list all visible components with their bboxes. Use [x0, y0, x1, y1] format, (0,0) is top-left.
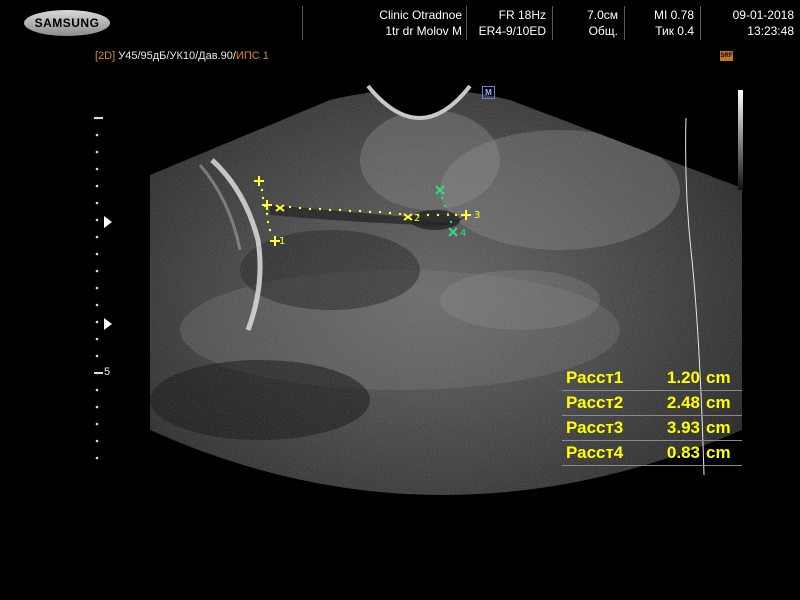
caliper-label-1: 1: [279, 236, 285, 247]
measurement-row-2: Расст2 2.48 cm: [562, 391, 742, 416]
focus-marker[interactable]: [104, 318, 112, 330]
measurement-value: 3.93: [666, 418, 700, 437]
ultrasound-image[interactable]: 1 2 3 4: [0, 0, 800, 600]
depth-scale: [94, 116, 103, 460]
measurement-unit: cm: [706, 443, 731, 462]
measurement-value: 0.83: [666, 443, 700, 462]
measurement-label: Расст1: [566, 368, 624, 387]
caliper-label-3: 3: [474, 210, 480, 221]
measurement-value: 1.20: [666, 368, 700, 387]
measurement-label: Расст3: [566, 418, 624, 437]
measurement-row-3: Расст3 3.93 cm: [562, 416, 742, 441]
measurement-unit: cm: [706, 393, 731, 412]
measurement-row-1: Расст1 1.20 cm: [562, 366, 742, 391]
depth-label-5: 5: [104, 366, 111, 378]
caliper-label-4: 4: [460, 228, 466, 239]
measurement-label: Расст4: [566, 443, 624, 462]
measurement-label: Расст2: [566, 393, 624, 412]
measurement-row-4: Расст4 0.83 cm: [562, 441, 742, 466]
measurement-unit: cm: [706, 368, 731, 387]
focus-marker[interactable]: [104, 216, 112, 228]
caliper-label-2: 2: [414, 213, 420, 224]
measurement-unit: cm: [706, 418, 731, 437]
grayscale-bar: [738, 90, 743, 190]
measurement-value: 2.48: [666, 393, 700, 412]
scan-sector: [150, 89, 742, 495]
orientation-marker: M: [482, 86, 495, 99]
